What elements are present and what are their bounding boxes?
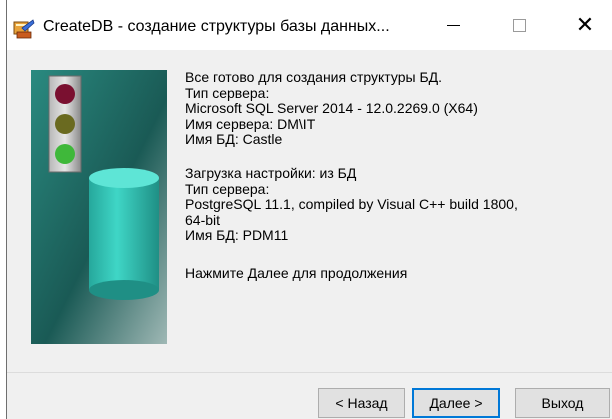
footer-divider [7,372,612,373]
source-server-type-label: Тип сервера: [185,84,270,101]
window-title: CreateDB - создание структуры базы данны… [43,18,390,35]
minimize-button[interactable] [420,0,486,50]
wizard-window: CreateDB - создание структуры базы данны… [6,0,612,419]
source-server-name: Имя сервера: DM\IT [185,115,316,132]
target-server-type-line1: PostgreSQL 11.1, compiled by Visual C++ … [185,196,518,213]
source-db-name: Имя БД: Castle [185,131,283,148]
back-button[interactable]: < Назад [318,388,405,418]
close-button[interactable]: ✕ [552,0,612,50]
minimize-icon [446,24,460,26]
source-server-type: Microsoft SQL Server 2014 - 12.0.2269.0 … [185,100,478,117]
load-settings-text: Загрузка настройки: из БД [185,164,357,181]
next-button[interactable]: Далее > [412,388,500,418]
app-icon [13,18,35,40]
summary-text: Все готово для создания структуры БД. Ти… [185,69,605,282]
continue-hint: Нажмите Далее для продолжения [185,264,408,281]
maximize-button[interactable] [486,0,552,50]
wizard-illustration [31,70,167,344]
maximize-icon [512,18,526,32]
title-bar[interactable]: CreateDB - создание структуры базы данны… [7,0,612,50]
target-server-type-line2: 64-bit [185,211,221,228]
exit-button[interactable]: Выход [515,388,610,418]
target-server-type-label: Тип сервера: [185,180,270,197]
close-icon: ✕ [575,12,595,38]
target-db-name: Имя БД: PDM11 [185,227,289,244]
ready-text: Все готово для создания структуры БД. [185,69,443,85]
